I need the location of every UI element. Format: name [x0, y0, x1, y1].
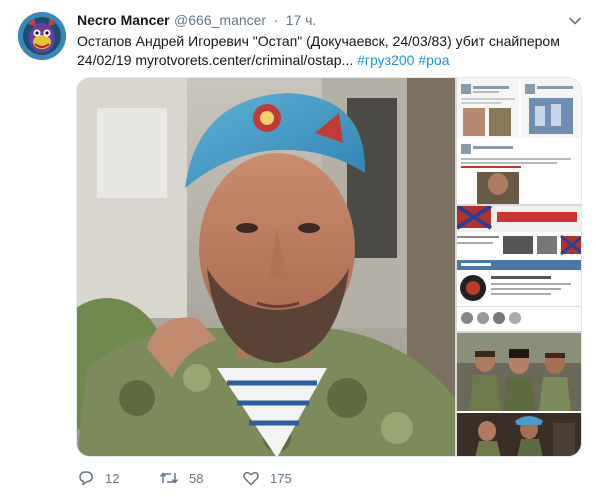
reply-button[interactable]: 12	[77, 468, 119, 488]
display-name[interactable]: Necro Mancer	[77, 12, 170, 28]
media-photo-2[interactable]	[457, 78, 581, 204]
user-handle[interactable]: @666_mancer	[174, 12, 266, 28]
heart-icon	[242, 469, 260, 487]
reply-icon	[77, 469, 95, 487]
media-photo-main[interactable]	[77, 78, 455, 456]
tweet-header: Necro Mancer @666_mancer · 17 ч.	[77, 12, 547, 32]
tweet[interactable]: Necro Mancer @666_mancer · 17 ч. Остапов…	[0, 0, 596, 497]
tweet-text: Остапов Андрей Игоревич "Остап" (Докучае…	[77, 32, 582, 70]
media-grid	[76, 77, 582, 457]
reply-count: 12	[105, 470, 120, 486]
chevron-down-icon[interactable]	[568, 14, 582, 28]
retweet-icon	[159, 469, 179, 487]
like-button[interactable]: 175	[242, 468, 292, 488]
hashtag-roa[interactable]: #роа	[418, 52, 449, 68]
like-count: 175	[270, 470, 292, 486]
tweet-actions: 12 58 175	[77, 468, 377, 488]
timestamp[interactable]: 17 ч.	[286, 12, 317, 28]
hashtag-gruz200[interactable]: #груз200	[357, 52, 414, 68]
retweet-count: 58	[189, 470, 204, 486]
retweet-button[interactable]: 58	[159, 468, 203, 488]
media-photo-3[interactable]	[457, 206, 581, 331]
tweet-link[interactable]: myrotvorets.center/criminal/ostap...	[135, 52, 353, 68]
avatar[interactable]	[18, 12, 66, 60]
media-photo-4[interactable]	[457, 333, 581, 456]
separator-dot: ·	[273, 12, 279, 28]
